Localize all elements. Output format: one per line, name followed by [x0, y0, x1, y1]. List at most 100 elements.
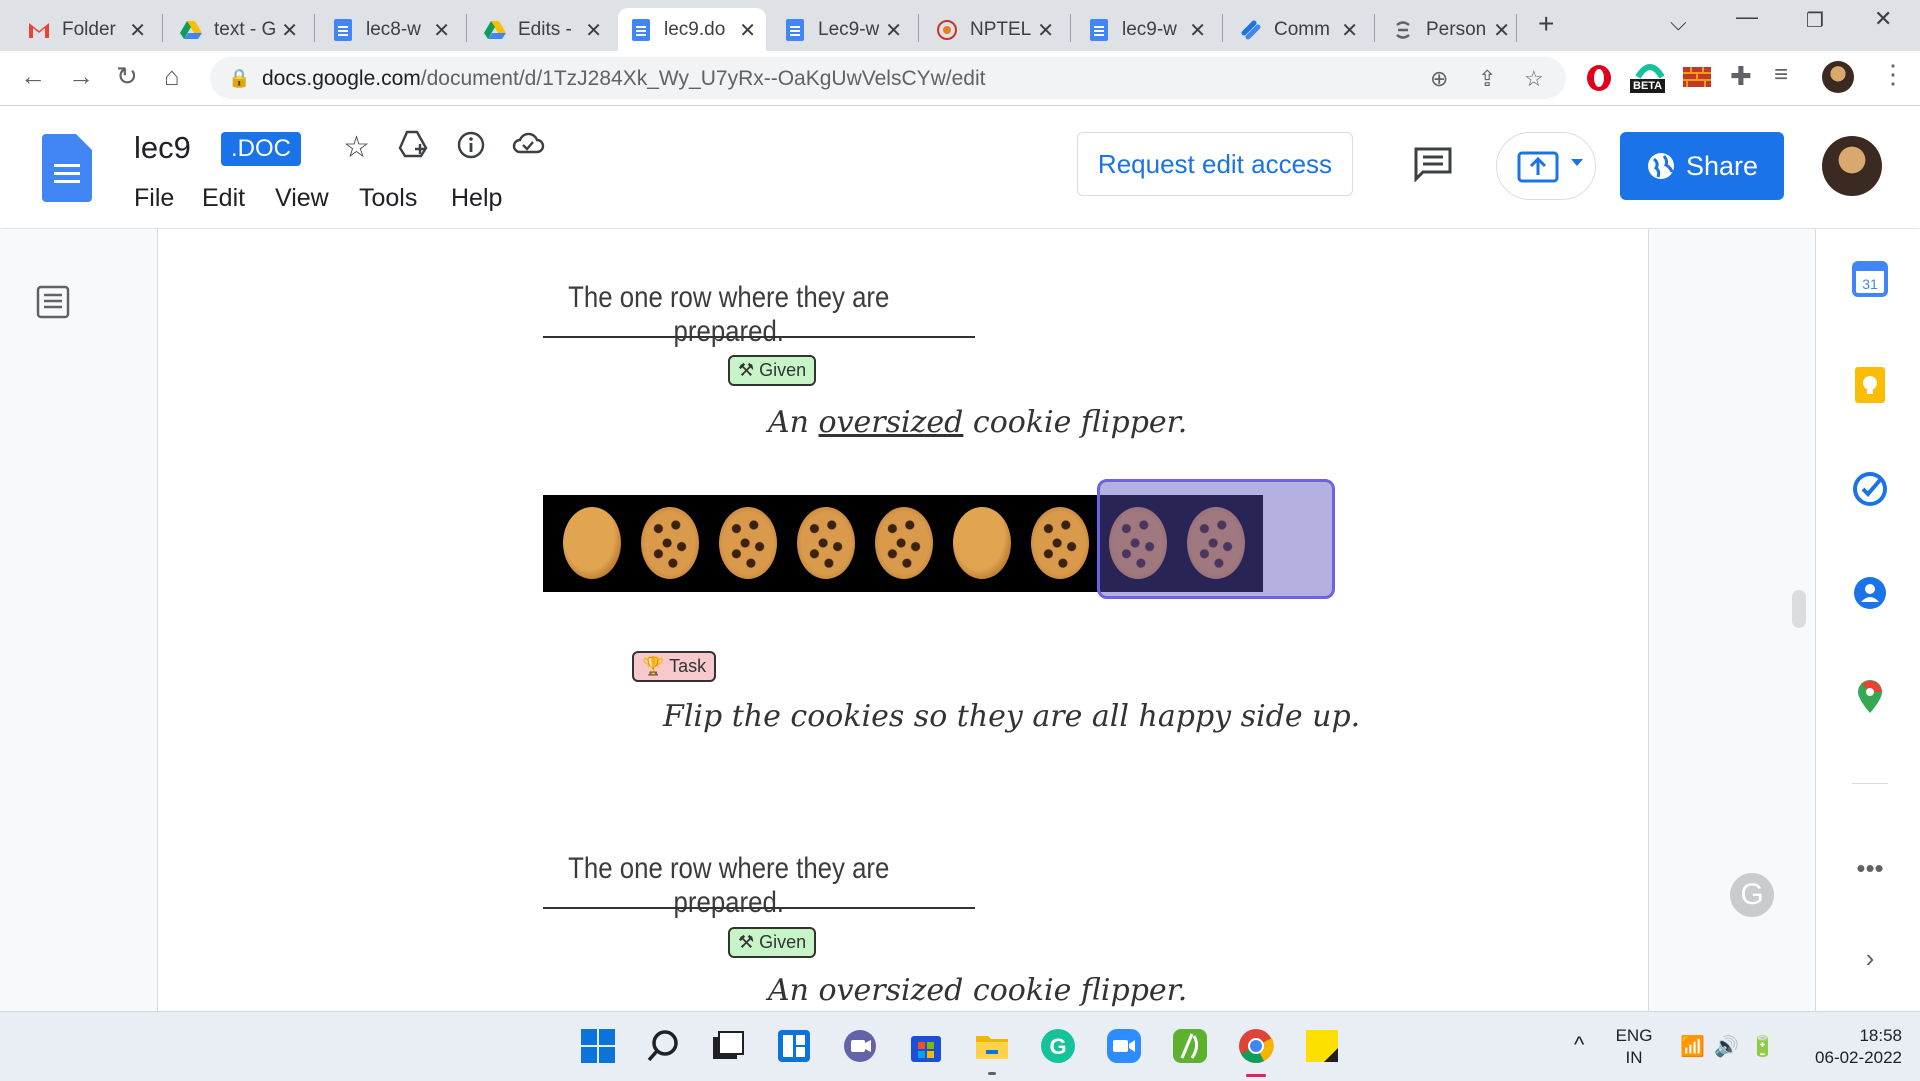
profile-avatar[interactable]: [1822, 61, 1854, 93]
tab-separator: [162, 14, 163, 42]
calendar-icon[interactable]: 31: [1852, 261, 1888, 297]
contacts-icon[interactable]: [1852, 575, 1888, 611]
keep-icon[interactable]: [1852, 367, 1888, 403]
tab-separator: [918, 14, 919, 42]
chrome-icon[interactable]: [1238, 1028, 1274, 1064]
close-icon[interactable]: ✕: [1189, 18, 1206, 43]
home-button[interactable]: ⌂: [164, 61, 180, 92]
new-tab-button[interactable]: +: [1538, 8, 1554, 40]
tab-docs-lec8[interactable]: lec8-w ✕: [320, 8, 460, 51]
clock[interactable]: 18:58 06-02-2022: [1790, 1025, 1902, 1069]
info-icon[interactable]: [456, 130, 486, 168]
document-page[interactable]: The one row where they are prepared. ⚒ G…: [157, 229, 1649, 1011]
comment-history-icon[interactable]: [1413, 146, 1453, 187]
tab-comm[interactable]: Comm ✕: [1228, 8, 1368, 51]
share-button[interactable]: Share: [1620, 132, 1784, 200]
document-canvas: The one row where they are prepared. ⚒ G…: [0, 229, 1815, 1011]
close-icon[interactable]: ✕: [585, 18, 602, 43]
divider: [543, 336, 975, 338]
tab-drive-text[interactable]: text - G ✕: [168, 8, 308, 51]
grammarly-icon[interactable]: G: [1040, 1028, 1076, 1064]
start-icon[interactable]: [580, 1028, 616, 1064]
cloud-saved-icon[interactable]: [511, 130, 545, 164]
minimize-button[interactable]: —: [1736, 4, 1758, 30]
tab-gmail[interactable]: Folder ✕: [16, 8, 156, 51]
outline-icon[interactable]: [36, 285, 70, 324]
forward-button[interactable]: →: [68, 61, 94, 92]
move-to-drive-icon[interactable]: [398, 130, 428, 166]
chevron-down-icon[interactable]: [1571, 159, 1583, 166]
tab-separator: [314, 14, 315, 42]
close-icon[interactable]: ✕: [433, 18, 450, 43]
tray-overflow-icon[interactable]: ^: [1574, 1032, 1584, 1058]
close-icon[interactable]: ✕: [281, 18, 298, 43]
menu-edit[interactable]: Edit: [202, 184, 245, 213]
cookie-plain: [563, 507, 621, 579]
volume-icon[interactable]: 🔊: [1714, 1034, 1739, 1059]
menu-tools[interactable]: Tools: [359, 184, 417, 213]
sticky-notes-icon[interactable]: [1304, 1028, 1340, 1064]
menu-file[interactable]: File: [134, 184, 174, 213]
tab-docs-lec9w[interactable]: Lec9-w ✕: [772, 8, 912, 51]
back-button[interactable]: ←: [20, 61, 46, 92]
share-page-icon[interactable]: ⇪: [1478, 66, 1496, 92]
media-control-icon[interactable]: ≡: [1774, 61, 1788, 89]
close-icon[interactable]: ✕: [1341, 18, 1358, 43]
tab-drive-edits[interactable]: Edits - ✕: [472, 8, 612, 51]
document-title[interactable]: lec9: [134, 130, 191, 166]
menu-view[interactable]: View: [275, 184, 329, 213]
close-icon[interactable]: ✕: [129, 18, 146, 43]
tab-person[interactable]: Person ✕: [1380, 8, 1520, 51]
wifi-icon[interactable]: 📶: [1680, 1034, 1705, 1059]
star-icon[interactable]: ☆: [343, 130, 370, 165]
opera-icon[interactable]: [1585, 63, 1613, 98]
grammarly-beta-icon[interactable]: BETA: [1630, 59, 1670, 93]
more-icon[interactable]: •••: [1852, 853, 1888, 889]
browser-menu-icon[interactable]: ⋮: [1880, 59, 1906, 90]
close-window-button[interactable]: ✕: [1874, 6, 1892, 32]
language-code: ENG: [1615, 1026, 1653, 1045]
docs-icon: [332, 18, 354, 41]
language-indicator[interactable]: ENG IN: [1612, 1025, 1656, 1069]
reload-button[interactable]: ↻: [116, 61, 138, 92]
side-panel: 31 ••• ›: [1815, 229, 1920, 1011]
search-icon[interactable]: [645, 1028, 681, 1064]
bookmark-star-icon[interactable]: ☆: [1524, 66, 1544, 92]
battery-icon[interactable]: 🔋: [1750, 1034, 1775, 1059]
tab-docs-lec9-active[interactable]: lec9.do ✕: [618, 8, 766, 51]
brick-extension-icon[interactable]: [1683, 67, 1711, 92]
store-icon[interactable]: [908, 1028, 944, 1064]
lock-icon[interactable]: 🔒: [228, 68, 250, 89]
present-button[interactable]: [1496, 132, 1596, 200]
close-icon[interactable]: ✕: [739, 18, 756, 43]
address-bar[interactable]: 🔒 docs.google.com/document/d/1TzJ284Xk_W…: [210, 57, 1566, 99]
task-view-icon[interactable]: [710, 1028, 746, 1064]
tab-search-icon[interactable]: ⌵: [1670, 10, 1687, 36]
flipper-selection[interactable]: [1097, 479, 1335, 599]
request-edit-access-button[interactable]: Request edit access: [1077, 132, 1353, 196]
menu-help[interactable]: Help: [451, 184, 502, 213]
extensions-icon[interactable]: ✚: [1730, 61, 1752, 92]
teams-chat-icon[interactable]: [842, 1028, 878, 1064]
tab-nptel[interactable]: NPTEL ✕: [924, 8, 1064, 51]
chevron-right-icon[interactable]: ›: [1852, 943, 1888, 979]
grammarly-floating-icon[interactable]: G: [1730, 873, 1774, 917]
restore-button[interactable]: ❐: [1806, 8, 1824, 33]
maps-icon[interactable]: [1852, 679, 1888, 715]
tasks-icon[interactable]: [1852, 471, 1888, 507]
zoom-app-icon[interactable]: [1106, 1028, 1142, 1064]
close-icon[interactable]: ✕: [1493, 18, 1510, 43]
docs-logo-icon[interactable]: [42, 134, 92, 202]
tab-strip: Folder ✕ text - G ✕ lec8-w ✕ Edits - ✕ l…: [0, 0, 1920, 51]
widgets-icon[interactable]: [776, 1028, 812, 1064]
close-icon[interactable]: ✕: [1037, 18, 1054, 43]
vertical-scrollbar[interactable]: [1792, 590, 1806, 628]
file-explorer-icon[interactable]: [974, 1028, 1010, 1064]
account-avatar[interactable]: [1822, 136, 1882, 196]
close-icon[interactable]: ✕: [885, 18, 902, 43]
jupyter-icon[interactable]: [1172, 1028, 1208, 1064]
tab-docs-lec9w-2[interactable]: lec9-w ✕: [1076, 8, 1216, 51]
docs-icon: [630, 18, 652, 41]
zoom-icon[interactable]: ⊕: [1430, 66, 1448, 92]
cookie-chip: [719, 507, 777, 579]
